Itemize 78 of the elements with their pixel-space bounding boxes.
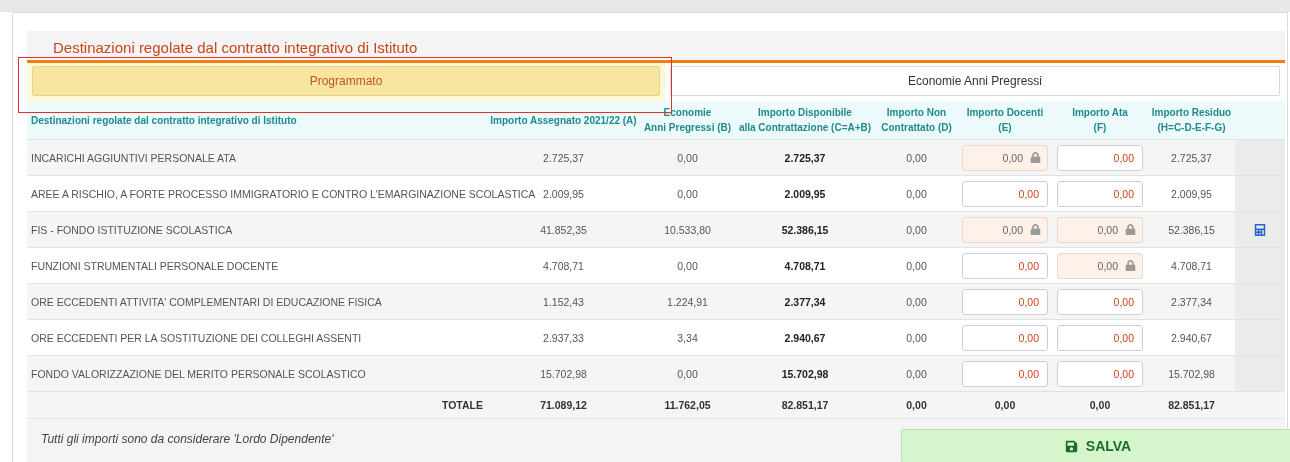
column-header: Importo Residuo (H=C-D-E-F-G) (1151, 106, 1232, 135)
table-cell: 0,00 (677, 187, 698, 200)
input-field[interactable]: 0,00 (1057, 180, 1143, 207)
table-cell: 0,00 (906, 187, 927, 200)
input-field[interactable]: 0,00 (962, 288, 1048, 315)
total-value: 0,00 (1089, 399, 1111, 411)
input-field[interactable]: 0,00 (962, 180, 1048, 207)
table-cell: 1.152,43 (543, 295, 584, 308)
total-value: 0,00 (994, 399, 1016, 411)
table-cell: ORE ECCEDENTI ATTIVITA' COMPLEMENTARI DI EDUCAZIONE FISICA (31, 295, 382, 308)
input-field[interactable]: 0,00 (962, 324, 1048, 351)
table-cell: ORE ECCEDENTI PER LA SOSTITUZIONE DEI COLLEGHI ASSENTI (31, 331, 362, 344)
total-label: TOTALE (441, 399, 483, 411)
input-field[interactable]: 0,00 (962, 252, 1048, 279)
table-cell: 2.009,95 (784, 187, 826, 200)
total-value: 0,00 (906, 399, 927, 411)
table-cell: AREE A RISCHIO, A FORTE PROCESSO IMMIGRATORIO E CONTRO L'EMARGINAZIONE SCOLASTICA (31, 187, 536, 200)
lock-icon (1125, 223, 1136, 235)
total-value: 82.851,17 (781, 399, 829, 411)
total-value: 71.089,12 (540, 399, 587, 411)
column-header: Economie Anni Pregressi (B) (643, 106, 732, 135)
column-header: Importo Ata (F) (1072, 106, 1128, 135)
table-cell: 2.009,95 (543, 187, 584, 200)
table-cell: FUNZIONI STRUMENTALI PERSONALE DOCENTE (31, 259, 279, 272)
table-cell: 2.940,67 (784, 331, 826, 344)
table-cell: 52.386,15 (781, 223, 829, 236)
column-header: Importo Non Contrattato (D) (881, 106, 952, 135)
calculator-icon[interactable] (1254, 223, 1266, 236)
input-field[interactable]: 0,00 (1057, 144, 1143, 171)
tab[interactable]: Economie Anni Pregressi (670, 66, 1280, 96)
table-cell: 41.852,35 (540, 223, 587, 236)
total-value: 82.851,17 (1168, 399, 1215, 411)
input-field[interactable]: 0,00 (1057, 288, 1143, 315)
lock-icon (1030, 223, 1041, 235)
input-field[interactable]: 0,00 (1057, 324, 1143, 351)
column-header: Destinazioni regolate dal contratto integrativo di Istituto (31, 113, 297, 128)
table-cell: FIS - FONDO ISTITUZIONE SCOLASTICA (31, 223, 233, 236)
table-cell: 2.009,95 (1171, 187, 1212, 200)
table-cell: FONDO VALORIZZAZIONE DEL MERITO PERSONALE SCOLASTICO (31, 367, 366, 380)
table-cell: 2.377,34 (1171, 295, 1212, 308)
table-cell: 52.386,15 (1168, 223, 1215, 236)
table-cell: 0,00 (906, 223, 927, 236)
column-header: Importo Docenti (E) (966, 106, 1044, 135)
input-field[interactable]: 0,00 (1057, 360, 1143, 387)
table-cell: 2.937,33 (543, 331, 584, 344)
lock-icon (1125, 259, 1136, 271)
table-cell: 10.533,80 (664, 223, 711, 236)
table-cell: 15.702,98 (781, 367, 829, 380)
total-value: 11.762,05 (664, 399, 711, 411)
table-cell: 0,00 (677, 259, 698, 272)
table-cell: 0,00 (677, 367, 698, 380)
table-cell: 0,00 (906, 295, 927, 308)
input-field[interactable]: 0,00 (962, 360, 1048, 387)
table-cell: 0,00 (906, 259, 927, 272)
table-cell: 4.708,71 (543, 259, 584, 272)
tab[interactable]: Programmato (32, 66, 660, 96)
table-cell: 4.708,71 (784, 259, 826, 272)
note-text: Tutti gli importi sono da considerare 'Lordo Dipendente' (41, 432, 334, 446)
table-cell: 0,00 (906, 331, 927, 344)
table-cell: 2.940,67 (1171, 331, 1212, 344)
table-cell: 15.702,98 (1168, 367, 1215, 380)
save-button[interactable]: SALVA (901, 429, 1290, 462)
table-cell: INCARICHI AGGIUNTIVI PERSONALE ATA (31, 151, 236, 164)
table-cell: 2.725,37 (1171, 151, 1212, 164)
table-cell: 1.224,91 (667, 295, 708, 308)
column-header: Importo Assegnato 2021/22 (A) (490, 113, 637, 128)
lock-icon (1030, 151, 1041, 163)
table-cell: 0,00 (906, 151, 927, 164)
table-cell: 15.702,98 (540, 367, 587, 380)
table-cell: 2.725,37 (543, 151, 584, 164)
column-header: Importo Disponibile alla Contrattazione (C=A+B) (738, 106, 872, 135)
table-cell: 2.725,37 (784, 151, 826, 164)
table-cell: 0,00 (677, 151, 698, 164)
table-cell: 3,34 (677, 331, 698, 344)
table-cell: 0,00 (906, 367, 927, 380)
table-cell: 2.377,34 (784, 295, 826, 308)
table-cell: 4.708,71 (1171, 259, 1212, 272)
section-title: Destinazioni regolate dal contratto integrativo di Istituto (52, 38, 419, 58)
